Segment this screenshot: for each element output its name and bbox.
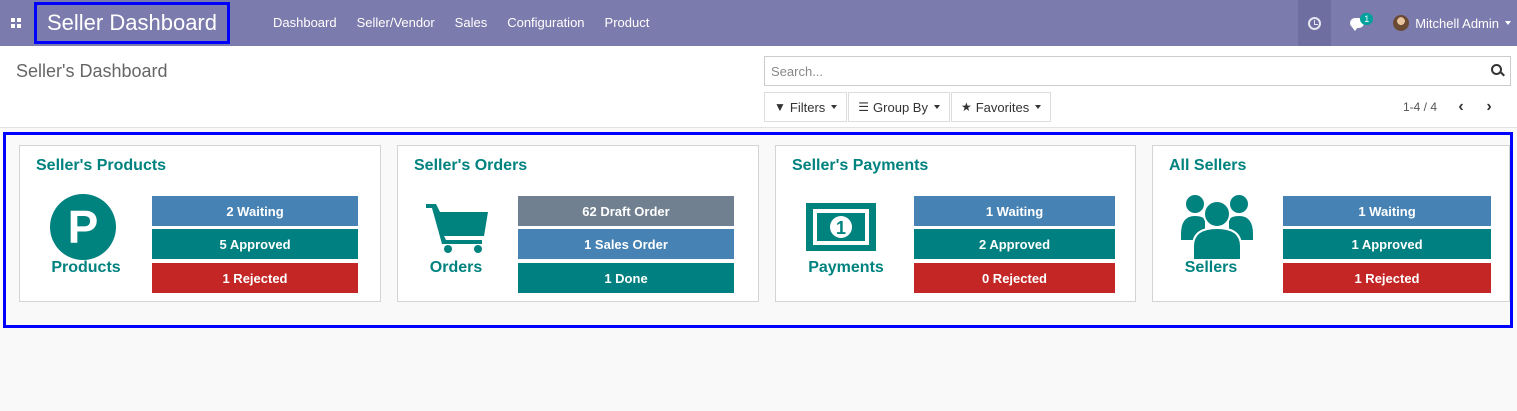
star-icon: ★ (960, 100, 972, 114)
apps-menu-icon[interactable] (0, 0, 32, 46)
pager-next-icon[interactable]: › (1475, 98, 1503, 116)
filters-button[interactable]: ▼ Filters (764, 92, 848, 122)
search-options: ▼ Filters ☰ Group By ★ Favorites (764, 92, 1052, 122)
app-brand[interactable]: Seller Dashboard (34, 2, 230, 44)
stat-draft-order[interactable]: 62 Draft Order (518, 196, 734, 226)
navbar-systray: 1 Mitchell Admin (1298, 0, 1517, 46)
stat-waiting[interactable]: 2 Waiting (152, 196, 358, 226)
caret-down-icon (1505, 21, 1511, 25)
caret-down-icon (831, 105, 838, 109)
menu-seller-vendor[interactable]: Seller/Vendor (347, 0, 445, 46)
filters-label: Filters (789, 99, 826, 115)
product-p-icon: P (50, 194, 116, 260)
list-icon: ☰ (858, 100, 870, 114)
stat-rejected[interactable]: 1 Rejected (152, 263, 358, 293)
control-panel: Seller's Dashboard ▼ Filters ☰ Group By … (0, 46, 1517, 128)
stat-approved[interactable]: 5 Approved (152, 229, 358, 259)
menu-configuration[interactable]: Configuration (497, 0, 594, 46)
stat-sales-order[interactable]: 1 Sales Order (518, 229, 734, 259)
card-title: Seller's Orders (414, 157, 528, 174)
menu-product[interactable]: Product (595, 0, 660, 46)
users-icon (1181, 192, 1253, 265)
user-name: Mitchell Admin (1415, 15, 1499, 31)
filter-icon: ▼ (774, 100, 786, 114)
search-icon[interactable] (1491, 64, 1505, 77)
search-input[interactable] (765, 57, 1465, 85)
activity-clock-icon[interactable] (1298, 0, 1332, 46)
products-card[interactable]: Seller's Products P Products 2 Waiting 5… (19, 145, 381, 302)
stat-waiting[interactable]: 1 Waiting (914, 196, 1115, 226)
payments-card[interactable]: Seller's Payments 1 Payments 1 Waiting 2… (775, 145, 1136, 302)
stat-done[interactable]: 1 Done (518, 263, 734, 293)
top-menu: Dashboard Seller/Vendor Sales Configurat… (263, 0, 659, 46)
pager: 1-4 / 4 ‹ › (1403, 92, 1503, 122)
app-title: Seller Dashboard (47, 10, 217, 35)
card-title: Seller's Products (36, 157, 167, 174)
menu-sales[interactable]: Sales (445, 0, 498, 46)
shopping-cart-icon (426, 202, 490, 259)
caret-down-icon (933, 105, 940, 109)
dashboard-area: Seller's Products P Products 2 Waiting 5… (3, 132, 1513, 328)
card-label: Orders (429, 259, 483, 276)
stat-waiting[interactable]: 1 Waiting (1283, 196, 1491, 226)
caret-down-icon (1035, 105, 1042, 109)
svg-text:1: 1 (836, 218, 846, 238)
main-navbar: Seller Dashboard Dashboard Seller/Vendor… (0, 0, 1517, 46)
search-box (764, 56, 1511, 86)
stat-approved[interactable]: 2 Approved (914, 229, 1115, 259)
card-title: Seller's Payments (792, 157, 929, 174)
chat-count-badge: 1 (1360, 13, 1374, 25)
pager-previous-icon[interactable]: ‹ (1447, 98, 1475, 116)
page-title: Seller's Dashboard (16, 61, 168, 81)
favorites-label: Favorites (975, 99, 1030, 115)
user-menu[interactable]: Mitchell Admin (1383, 0, 1517, 46)
menu-dashboard[interactable]: Dashboard (263, 0, 347, 46)
messaging-button[interactable]: 1 (1331, 0, 1383, 46)
group-by-label: Group By (873, 99, 928, 115)
card-label: Products (51, 259, 121, 276)
stat-rejected[interactable]: 1 Rejected (1283, 263, 1491, 293)
card-label: Sellers (1184, 259, 1238, 276)
favorites-button[interactable]: ★ Favorites (950, 92, 1052, 122)
orders-card[interactable]: Seller's Orders Orders 62 Draft Order 1 … (397, 145, 759, 302)
stat-rejected[interactable]: 0 Rejected (914, 263, 1115, 293)
sellers-card[interactable]: All Sellers Sellers 1 Waiting 1 Approved… (1152, 145, 1510, 302)
group-by-button[interactable]: ☰ Group By (848, 92, 950, 122)
stat-approved[interactable]: 1 Approved (1283, 229, 1491, 259)
card-label: Payments (808, 259, 884, 276)
money-icon: 1 (806, 203, 876, 256)
card-title: All Sellers (1169, 157, 1247, 174)
pager-value[interactable]: 1-4 / 4 (1403, 100, 1437, 114)
avatar (1393, 15, 1410, 31)
